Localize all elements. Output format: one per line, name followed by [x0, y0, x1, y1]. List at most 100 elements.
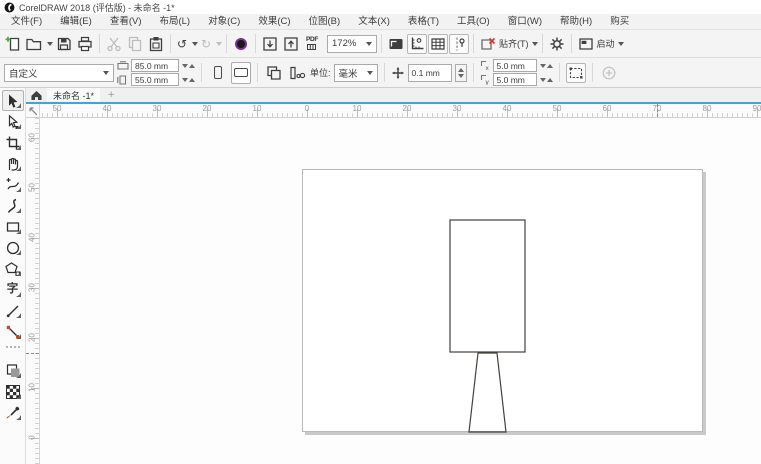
nudge-spinner[interactable] [455, 64, 467, 82]
open-dropdown-caret[interactable] [47, 42, 53, 46]
page-height-spinner[interactable] [182, 78, 195, 82]
show-guidelines-toggle[interactable] [449, 34, 469, 54]
redo-button[interactable]: ↻ [199, 34, 213, 54]
toolbar-separator [381, 34, 382, 53]
duplicate-x-input[interactable]: 5.0 mm [493, 59, 537, 72]
menu-object[interactable]: 对象(C) [199, 14, 249, 30]
canvas-row: 60 50 40 30 20 10 0 [26, 118, 761, 464]
add-button-disabled[interactable] [599, 63, 619, 83]
units-combobox[interactable]: 毫米 [334, 64, 378, 82]
nudge-offset-icon [391, 66, 405, 80]
ruler-origin-button[interactable] [26, 104, 40, 118]
drawing-canvas[interactable] [40, 118, 761, 464]
vertical-ruler[interactable]: 60 50 40 30 20 10 0 [26, 118, 40, 464]
show-grid-toggle[interactable] [428, 34, 448, 54]
drop-shadow-tool[interactable] [2, 360, 24, 381]
apply-to-all-pages-button[interactable] [264, 63, 284, 83]
treat-as-filled-toggle[interactable] [566, 63, 586, 83]
menu-bitmaps[interactable]: 位图(B) [300, 14, 350, 30]
hruler-label: 10 [253, 104, 262, 113]
propbar-separator [201, 63, 202, 82]
diagonal-line-icon [5, 303, 21, 319]
search-content-button[interactable] [231, 34, 251, 54]
menu-help[interactable]: 帮助(H) [551, 14, 601, 30]
main-area: 字 未命名 -1* [0, 88, 761, 464]
artistic-media-tool[interactable] [2, 195, 24, 216]
launch-label[interactable]: 启动 [597, 37, 615, 50]
menu-buy[interactable]: 购买 [601, 14, 638, 30]
menu-text[interactable]: 文本(X) [349, 14, 399, 30]
launch-dropdown-caret[interactable] [618, 42, 624, 46]
duplicate-x-spinner[interactable] [540, 64, 553, 68]
options-button[interactable] [547, 34, 567, 54]
page-size-preset-combobox[interactable]: 自定义 [4, 64, 114, 82]
import-button[interactable] [260, 34, 280, 54]
menu-tools[interactable]: 工具(O) [448, 14, 499, 30]
ellipse-tool[interactable] [2, 237, 24, 258]
shape-tool[interactable] [2, 111, 24, 132]
pan-tool[interactable] [2, 153, 24, 174]
undo-button[interactable]: ↺ [175, 34, 189, 54]
snap-off-icon [479, 35, 497, 53]
portrait-button[interactable] [208, 62, 228, 84]
apply-to-current-page-button[interactable] [287, 63, 307, 83]
toolbar-separator [255, 34, 256, 53]
open-button[interactable] [24, 34, 44, 54]
rectangle-tool[interactable] [2, 216, 24, 237]
pick-tool[interactable] [2, 90, 24, 111]
vruler-label: 40 [28, 233, 37, 243]
polygon-tool[interactable] [2, 258, 24, 279]
menu-effects[interactable]: 效果(C) [249, 14, 299, 30]
print-button[interactable] [75, 34, 95, 54]
page-height-input[interactable]: 55.0 mm [131, 73, 179, 86]
duplicate-y-input[interactable]: 5.0 mm [493, 73, 537, 86]
duplicate-y-spinner[interactable] [540, 78, 553, 82]
snap-to-label[interactable]: 贴齐(T) [499, 37, 529, 50]
fullscreen-preview-icon [387, 35, 405, 53]
show-rulers-toggle[interactable] [407, 34, 427, 54]
snap-off-button[interactable] [478, 34, 498, 54]
paste-button[interactable] [146, 34, 166, 54]
page-width-spinner[interactable] [182, 64, 195, 68]
page-width-input[interactable]: 85.0 mm [131, 59, 179, 72]
menu-window[interactable]: 窗口(W) [499, 14, 551, 30]
cut-button[interactable] [104, 34, 124, 54]
home-icon[interactable] [30, 89, 43, 101]
redo-dropdown-caret[interactable] [216, 42, 222, 46]
crop-tool[interactable] [2, 132, 24, 153]
drawn-polygon[interactable] [469, 353, 506, 432]
horizontal-ruler[interactable]: 50 40 30 20 10 0 10 20 30 40 50 60 70 80… [40, 104, 761, 118]
document-tab[interactable]: 未命名 -1* [47, 88, 100, 102]
drop-shadow-icon [5, 363, 21, 379]
menu-layout[interactable]: 布局(L) [150, 14, 199, 30]
all-pages-icon [265, 64, 283, 82]
nudge-distance-input[interactable]: 0.1 mm [408, 64, 452, 82]
freehand-tool[interactable] [2, 174, 24, 195]
dimension-tool[interactable] [2, 300, 24, 321]
transparency-tool[interactable] [2, 381, 24, 402]
fullscreen-preview-button[interactable] [386, 34, 406, 54]
new-document-button[interactable] [3, 34, 23, 54]
menu-file[interactable]: 文件(F) [2, 14, 51, 30]
menu-edit[interactable]: 编辑(E) [51, 14, 101, 30]
landscape-button[interactable] [231, 62, 251, 84]
menu-view[interactable]: 查看(V) [101, 14, 151, 30]
current-page-icon [288, 64, 306, 82]
text-tool[interactable]: 字 [2, 279, 24, 300]
launch-button[interactable] [576, 34, 596, 54]
undo-dropdown-caret[interactable] [192, 42, 198, 46]
color-eyedropper-tool[interactable] [2, 402, 24, 423]
drawn-shapes-layer[interactable] [40, 118, 761, 464]
export-button[interactable] [281, 34, 301, 54]
hruler-label: 40 [103, 104, 112, 113]
copy-button[interactable] [125, 34, 145, 54]
drawn-rect[interactable] [450, 220, 525, 352]
page-height-value: 55.0 mm [135, 75, 168, 85]
menu-table[interactable]: 表格(T) [399, 14, 448, 30]
snap-dropdown-caret[interactable] [532, 42, 538, 46]
connector-tool[interactable] [2, 321, 24, 342]
save-button[interactable] [54, 34, 74, 54]
zoom-level-combobox[interactable]: 172% [327, 35, 377, 53]
new-tab-button[interactable]: + [104, 90, 118, 101]
publish-pdf-button[interactable]: PDF [302, 34, 322, 54]
